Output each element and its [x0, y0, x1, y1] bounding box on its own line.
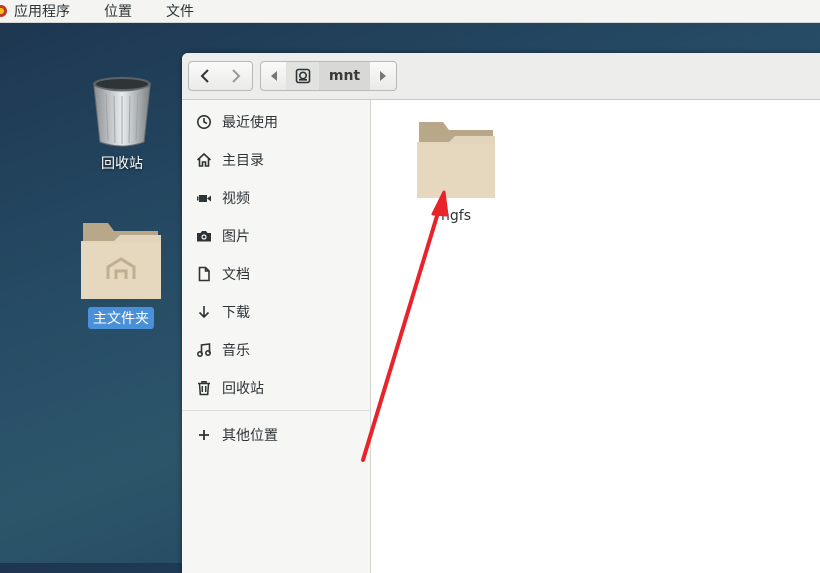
sidebar-item-pictures[interactable]: 图片 — [182, 217, 370, 255]
file-item-label: hgfs — [441, 208, 471, 224]
desktop-trash[interactable]: 回收站 — [77, 74, 167, 174]
plus-icon — [196, 427, 212, 443]
music-icon — [196, 342, 212, 358]
desktop-trash-label: 回收站 — [101, 156, 143, 172]
desktop-home-folder[interactable]: 主文件夹 — [76, 219, 166, 329]
home-icon — [196, 152, 212, 168]
sidebar-item-label: 主目录 — [222, 153, 264, 169]
file-item-hgfs[interactable]: hgfs — [411, 118, 501, 224]
files-menu[interactable]: 文件 — [166, 1, 228, 21]
triangle-left-icon — [270, 71, 277, 81]
sidebar-item-downloads[interactable]: 下载 — [182, 293, 370, 331]
sidebar-item-other-locations[interactable]: 其他位置 — [182, 416, 370, 454]
applications-menu-label: 应用程序 — [14, 4, 70, 20]
sidebar-item-label: 下载 — [222, 305, 250, 321]
files-menu-label: 文件 — [166, 4, 194, 20]
applications-menu[interactable]: 应用程序 — [0, 1, 104, 21]
video-icon — [196, 190, 212, 206]
places-menu[interactable]: 位置 — [104, 1, 166, 21]
path-mnt-button[interactable]: mnt — [319, 61, 371, 91]
applications-logo-icon — [0, 5, 7, 17]
top-panel: 应用程序 位置 文件 — [0, 0, 820, 23]
header-bar: mnt — [182, 53, 820, 100]
sidebar-separator — [182, 410, 370, 411]
sidebar-item-videos[interactable]: 视频 — [182, 179, 370, 217]
download-icon — [196, 304, 212, 320]
sidebar-item-label: 回收站 — [222, 381, 264, 397]
folder-icon — [417, 122, 495, 198]
desktop-home-folder-label: 主文件夹 — [88, 307, 154, 329]
trash-bin-icon — [93, 77, 151, 147]
back-button[interactable] — [188, 61, 221, 91]
sidebar-item-music[interactable]: 音乐 — [182, 331, 370, 369]
document-icon — [196, 266, 212, 282]
chevron-right-icon — [232, 69, 241, 83]
chevron-left-icon — [200, 69, 209, 83]
sidebar-item-label: 图片 — [222, 229, 250, 245]
path-scroll-right-button[interactable] — [370, 61, 397, 91]
sidebar-item-label: 其他位置 — [222, 428, 278, 444]
drive-icon — [295, 68, 310, 84]
sidebar-item-home[interactable]: 主目录 — [182, 141, 370, 179]
triangle-right-icon — [380, 71, 386, 81]
places-menu-label: 位置 — [104, 4, 132, 20]
sidebar-item-label: 视频 — [222, 191, 250, 207]
file-view: hgfs — [371, 100, 820, 573]
sidebar-item-documents[interactable]: 文档 — [182, 255, 370, 293]
places-sidebar: 最近使用 主目录 视频 图片 文档 下载 音乐 回收站 其他位置 — [182, 100, 371, 573]
sidebar-item-label: 文档 — [222, 267, 250, 283]
sidebar-item-recent[interactable]: 最近使用 — [182, 103, 370, 141]
sidebar-item-trash[interactable]: 回收站 — [182, 369, 370, 407]
trash-icon — [196, 380, 212, 396]
sidebar-item-label: 音乐 — [222, 343, 250, 359]
forward-button[interactable] — [220, 61, 253, 91]
home-folder-icon — [81, 223, 161, 299]
sidebar-item-label: 最近使用 — [222, 115, 278, 131]
path-scroll-left-button[interactable] — [260, 61, 287, 91]
path-root-drive-button[interactable] — [286, 61, 320, 91]
file-manager-window: mnt 最近使用 主目录 视频 图片 文档 下载 音乐 回收站 其他位置 hgf… — [182, 53, 820, 573]
camera-icon — [196, 228, 212, 244]
clock-icon — [196, 114, 212, 130]
